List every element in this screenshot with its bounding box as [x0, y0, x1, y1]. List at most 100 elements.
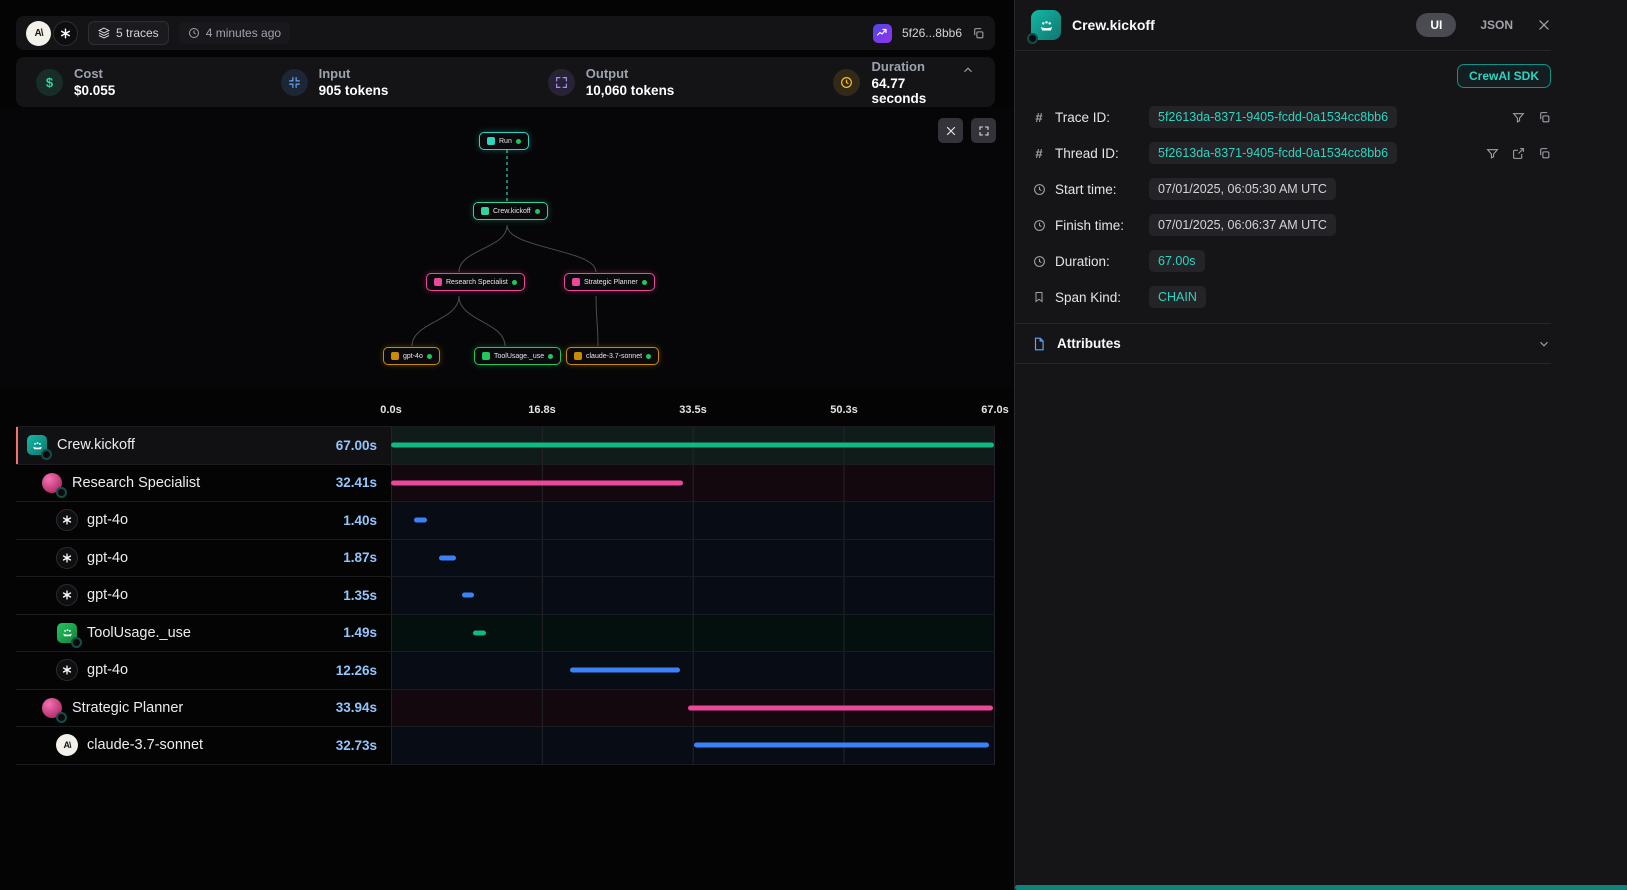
- openai-icon: [56, 584, 78, 606]
- span-kind-value: CHAIN: [1149, 286, 1206, 308]
- row-duration: 1.40s: [343, 513, 391, 528]
- clock-icon: [1031, 255, 1047, 268]
- filter-icon[interactable]: [1486, 147, 1499, 160]
- node-status-dot: [548, 354, 553, 359]
- axis-tick: 50.3s: [830, 404, 858, 416]
- hash-icon: #: [1031, 146, 1047, 161]
- row-duration: 1.87s: [343, 550, 391, 565]
- trace-header-bar: A\ 5 traces 4 minutes ago 5f26...8bb6: [16, 16, 995, 50]
- graph-node-research-specialist[interactable]: Research Specialist: [426, 273, 525, 291]
- close-icon: [945, 125, 957, 137]
- metric-output-value: 10,060 tokens: [586, 83, 675, 98]
- metric-duration-label: Duration: [871, 59, 961, 74]
- timeline-bar: [688, 705, 993, 710]
- close-panel-button[interactable]: [1537, 18, 1551, 32]
- copy-icon[interactable]: [1538, 111, 1551, 124]
- timeline-row[interactable]: A\ claude-3.7-sonnet 32.73s: [16, 727, 995, 765]
- expand-graph-button[interactable]: [971, 118, 996, 143]
- timeline-row[interactable]: gpt-4o 1.35s: [16, 577, 995, 615]
- node-type-icon: [572, 278, 580, 286]
- timeline-row[interactable]: gpt-4o 12.26s: [16, 652, 995, 690]
- row-duration: 32.73s: [336, 738, 391, 753]
- agentops-badge-icon: [71, 637, 82, 648]
- clock-icon: [1031, 183, 1047, 196]
- node-label: Run: [499, 138, 512, 145]
- axis-tick: 16.8s: [528, 404, 556, 416]
- timeline-axis: 0.0s 16.8s 33.5s 50.3s 67.0s: [16, 398, 995, 426]
- graph-node-toolusage[interactable]: ToolUsage._use: [474, 347, 561, 365]
- copy-icon[interactable]: [1538, 147, 1551, 160]
- node-status-dot: [646, 354, 651, 359]
- clock-icon: [1031, 219, 1047, 232]
- timeline-bar: [462, 593, 474, 598]
- timeline-row[interactable]: Strategic Planner 33.94s: [16, 690, 995, 728]
- traces-count-badge[interactable]: 5 traces: [88, 21, 169, 45]
- finish-time-value: 07/01/2025, 06:06:37 AM UTC: [1149, 214, 1336, 236]
- close-icon: [1537, 18, 1551, 32]
- close-graph-button[interactable]: [938, 118, 963, 143]
- sdk-badge[interactable]: CrewAI SDK: [1457, 64, 1551, 88]
- collapse-metrics-button[interactable]: [961, 63, 975, 80]
- node-label: gpt-4o: [403, 353, 423, 360]
- trace-graph[interactable]: Run Crew.kickoff Research Specialist Str…: [0, 107, 1014, 388]
- field-span-kind: Span Kind: CHAIN: [1015, 279, 1551, 315]
- trend-icon-button[interactable]: [873, 24, 892, 43]
- timeline-row[interactable]: ToolUsage._use 1.49s: [16, 615, 995, 653]
- field-duration: Duration: 67.00s: [1015, 243, 1551, 279]
- node-type-icon: [574, 352, 582, 360]
- timeline-row[interactable]: Crew.kickoff 67.00s: [16, 427, 995, 465]
- metric-duration: Duration 64.77 seconds: [833, 59, 961, 106]
- metric-output: Output 10,060 tokens: [548, 66, 834, 98]
- timeline-row[interactable]: Research Specialist 32.41s: [16, 465, 995, 503]
- field-thread-id: # Thread ID: 5f2613da-8371-9405-fcdd-0a1…: [1015, 135, 1551, 171]
- metric-input-label: Input: [319, 66, 389, 81]
- node-type-icon: [487, 137, 495, 145]
- traces-count-label: 5 traces: [116, 26, 159, 40]
- copy-trace-id-button[interactable]: [972, 27, 985, 40]
- timeline-bar: [473, 630, 486, 635]
- graph-node-crew-kickoff[interactable]: Crew.kickoff: [473, 202, 548, 220]
- row-duration: 1.49s: [343, 625, 391, 640]
- tool-icon: [56, 622, 78, 644]
- graph-node-gpt-4o[interactable]: gpt-4o: [383, 347, 440, 365]
- tab-json[interactable]: JSON: [1480, 18, 1513, 32]
- tab-ui[interactable]: UI: [1416, 13, 1456, 37]
- metric-cost-label: Cost: [74, 66, 115, 81]
- chevron-down-icon[interactable]: [1537, 337, 1551, 351]
- row-name: ToolUsage._use: [87, 625, 191, 641]
- graph-node-strategic-planner[interactable]: Strategic Planner: [564, 273, 655, 291]
- timeline-row[interactable]: gpt-4o 1.87s: [16, 540, 995, 578]
- trending-up-icon: [876, 27, 888, 39]
- timeline-bar: [391, 480, 683, 485]
- row-name: claude-3.7-sonnet: [87, 737, 203, 753]
- thread-id-value[interactable]: 5f2613da-8371-9405-fcdd-0a1534cc8bb6: [1149, 142, 1397, 164]
- metric-cost: $ Cost $0.055: [36, 66, 281, 98]
- filter-icon[interactable]: [1512, 111, 1525, 124]
- attributes-section-header[interactable]: Attributes: [1015, 324, 1551, 363]
- row-name: Strategic Planner: [72, 700, 183, 716]
- row-name: Crew.kickoff: [57, 437, 135, 453]
- metric-output-label: Output: [586, 66, 675, 81]
- divider: [1015, 363, 1551, 364]
- anthropic-icon: A\: [56, 734, 78, 756]
- external-link-icon[interactable]: [1512, 147, 1525, 160]
- axis-tick: 33.5s: [679, 404, 707, 416]
- horizontal-scrollbar[interactable]: [1015, 885, 1627, 890]
- trace-main-area: A\ 5 traces 4 minutes ago 5f26...8bb6: [0, 0, 1014, 890]
- field-label: Duration:: [1055, 254, 1141, 269]
- graph-node-claude[interactable]: claude-3.7-sonnet: [566, 347, 659, 365]
- timeline-waterfall: 0.0s 16.8s 33.5s 50.3s 67.0s Crew.kicko: [16, 398, 995, 765]
- agentops-badge-icon: [56, 487, 67, 498]
- trace-short-id: 5f26...8bb6: [902, 26, 962, 40]
- timeline-bar: [570, 668, 680, 673]
- span-details-panel: Crew.kickoff UI JSON CrewAI SDK # Trace …: [1014, 0, 1627, 890]
- trace-viewer-app: A\ 5 traces 4 minutes ago 5f26...8bb6: [0, 0, 1627, 890]
- timeline-row[interactable]: gpt-4o 1.40s: [16, 502, 995, 540]
- dollar-icon: $: [36, 69, 63, 96]
- agent-icon: [41, 472, 63, 494]
- axis-tick: 0.0s: [380, 404, 401, 416]
- trace-id-value[interactable]: 5f2613da-8371-9405-fcdd-0a1534cc8bb6: [1149, 106, 1397, 128]
- agent-icon: [41, 697, 63, 719]
- graph-node-run[interactable]: Run: [479, 132, 529, 150]
- time-ago-label: 4 minutes ago: [206, 26, 281, 40]
